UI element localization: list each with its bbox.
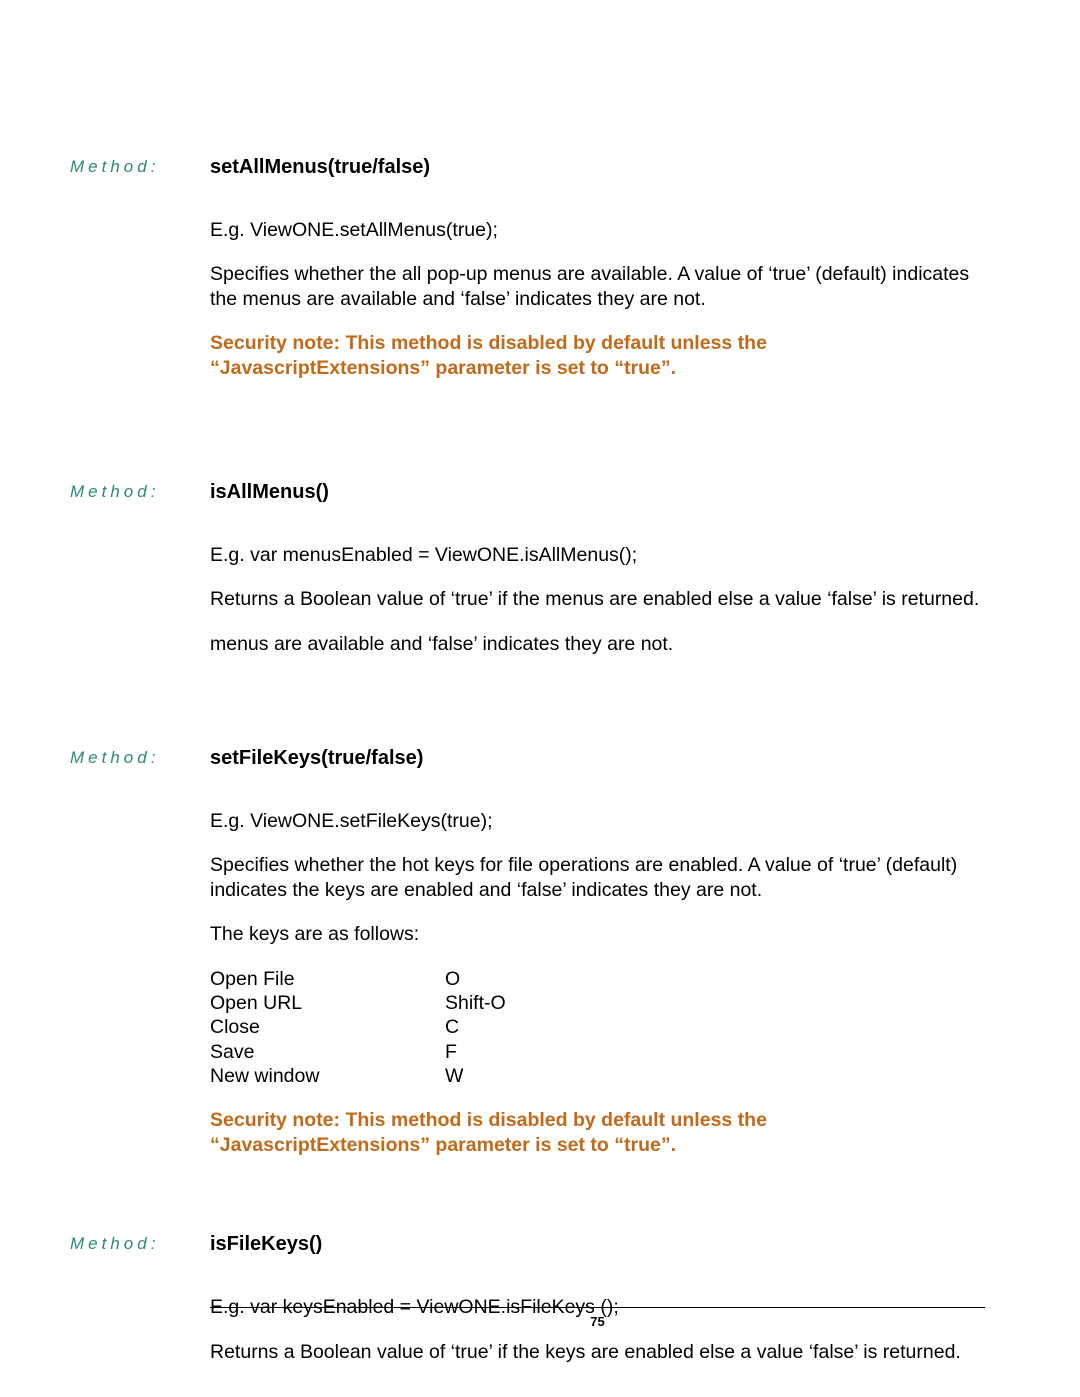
method-description: Specifies whether the hot keys for file … <box>210 853 985 902</box>
key-name: Open File <box>210 967 445 991</box>
method-extra: menus are available and ‘false’ indicate… <box>210 632 985 656</box>
method-label: Method: <box>70 1232 210 1254</box>
security-note: Security note: This method is disabled b… <box>210 1108 985 1157</box>
method-example: E.g. ViewONE.setFileKeys(true); <box>210 809 985 833</box>
method-title: isFileKeys() <box>210 1232 985 1257</box>
key-name: Open URL <box>210 991 445 1015</box>
method-body: setFileKeys(true/false) E.g. ViewONE.set… <box>210 746 985 1177</box>
page-number: 75 <box>210 1314 985 1329</box>
content-area: Method: setAllMenus(true/false) E.g. Vie… <box>70 155 985 1384</box>
keys-table: Open File Open URL Close Save New window… <box>210 967 985 1089</box>
page: Method: setAllMenus(true/false) E.g. Vie… <box>0 0 1080 1397</box>
method-block: Method: isAllMenus() E.g. var menusEnabl… <box>70 480 985 676</box>
key-shortcut: Shift-O <box>445 991 985 1015</box>
method-block: Method: setFileKeys(true/false) E.g. Vie… <box>70 746 985 1177</box>
key-shortcut: W <box>445 1064 985 1088</box>
key-name: Close <box>210 1015 445 1039</box>
footer-rule <box>210 1307 985 1308</box>
page-footer: 75 <box>210 1307 985 1329</box>
security-note: Security note: This method is disabled b… <box>210 331 985 380</box>
key-name: Save <box>210 1040 445 1064</box>
method-label: Method: <box>70 155 210 177</box>
keys-shortcuts-column: O Shift-O C F W <box>445 967 985 1089</box>
method-description: Returns a Boolean value of ‘true’ if the… <box>210 1340 985 1364</box>
method-label: Method: <box>70 480 210 502</box>
method-example: E.g. var menusEnabled = ViewONE.isAllMen… <box>210 543 985 567</box>
method-block: Method: setAllMenus(true/false) E.g. Vie… <box>70 155 985 400</box>
keys-intro: The keys are as follows: <box>210 922 985 946</box>
method-title: isAllMenus() <box>210 480 985 505</box>
keys-names-column: Open File Open URL Close Save New window <box>210 967 445 1089</box>
method-description: Returns a Boolean value of ‘true’ if the… <box>210 587 985 611</box>
method-body: isAllMenus() E.g. var menusEnabled = Vie… <box>210 480 985 676</box>
method-body: setAllMenus(true/false) E.g. ViewONE.set… <box>210 155 985 400</box>
method-title: setAllMenus(true/false) <box>210 155 985 180</box>
key-shortcut: C <box>445 1015 985 1039</box>
method-label: Method: <box>70 746 210 768</box>
key-name: New window <box>210 1064 445 1088</box>
method-title: setFileKeys(true/false) <box>210 746 985 771</box>
method-description: Specifies whether the all pop-up menus a… <box>210 262 985 311</box>
key-shortcut: F <box>445 1040 985 1064</box>
key-shortcut: O <box>445 967 985 991</box>
method-example: E.g. ViewONE.setAllMenus(true); <box>210 218 985 242</box>
